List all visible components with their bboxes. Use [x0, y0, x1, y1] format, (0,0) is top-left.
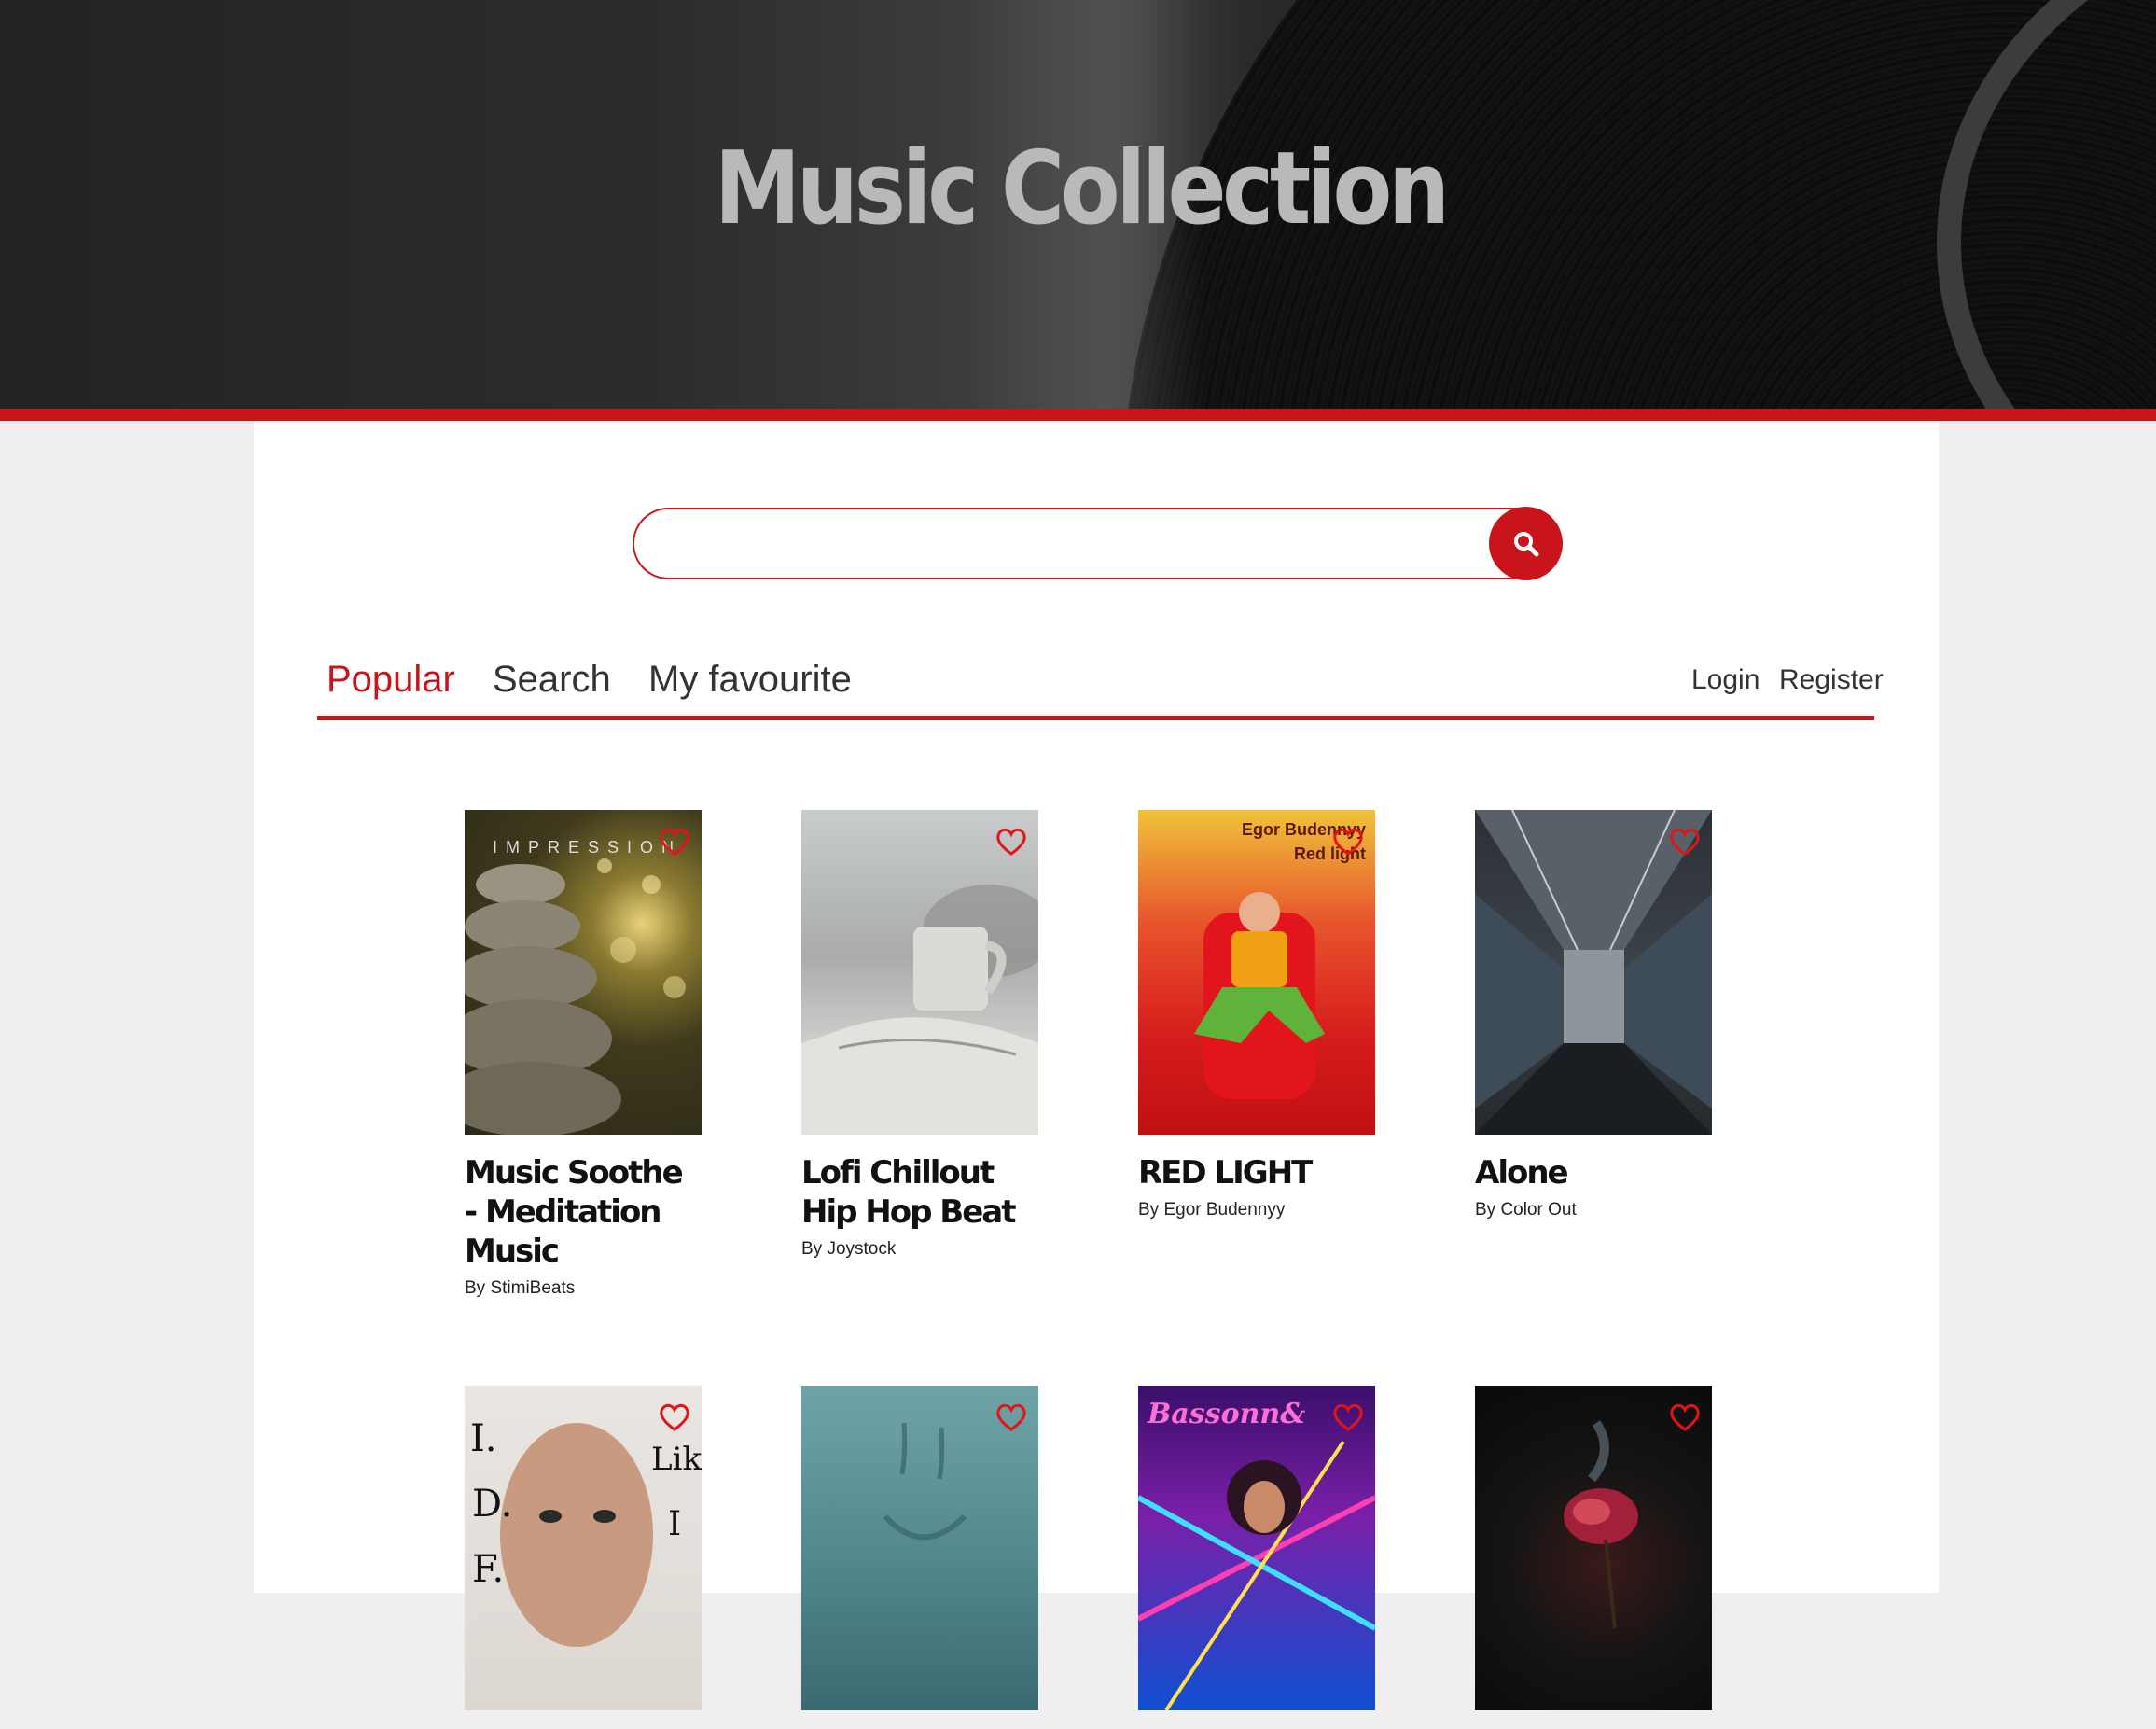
svg-text:D.: D.: [472, 1483, 512, 1526]
album-cover[interactable]: IMPRESSION: [465, 810, 702, 1135]
album-title[interactable]: Lofi Chillout Hip Hop Beat: [801, 1153, 1038, 1232]
tab-bar: Popular Search My favourite Login Regist…: [254, 659, 1939, 715]
neon-art: Bassonn&: [1138, 1398, 1375, 1710]
album-cover[interactable]: I. D. F. Like I: [465, 1386, 702, 1710]
search-input[interactable]: [633, 508, 1553, 579]
portrait-art: I. D. F. Like I: [470, 1417, 702, 1647]
svg-text:Like: Like: [651, 1441, 702, 1478]
tab-popular[interactable]: Popular: [327, 659, 455, 701]
heart-icon[interactable]: [995, 827, 1027, 857]
search-icon: [1513, 531, 1538, 556]
main-panel: Popular Search My favourite Login Regist…: [254, 421, 1939, 1710]
heart-icon[interactable]: [1332, 827, 1364, 857]
album-card[interactable]: Lofi Chillout Hip Hop Beat By Joystock: [801, 810, 1038, 1260]
svg-text:I.: I.: [470, 1417, 497, 1460]
album-card[interactable]: [801, 1386, 1038, 1729]
tab-underline: [317, 716, 1874, 720]
heart-icon[interactable]: [659, 827, 690, 857]
svg-text:Bassonn&: Bassonn&: [1147, 1398, 1305, 1430]
album-artist: By StimiBeats: [465, 1278, 576, 1298]
login-link[interactable]: Login: [1691, 664, 1760, 696]
album-card[interactable]: [1475, 1386, 1712, 1729]
svg-text:I: I: [668, 1505, 681, 1543]
album-cover[interactable]: [801, 810, 1038, 1135]
heart-icon[interactable]: [995, 1402, 1027, 1432]
album-cover[interactable]: [1475, 1386, 1712, 1710]
album-card[interactable]: Bassonn&: [1138, 1386, 1375, 1729]
coffee-cup-art: [801, 885, 1038, 1135]
album-card[interactable]: I. D. F. Like I: [465, 1386, 702, 1729]
hero-banner: Music Collection: [0, 0, 2156, 409]
hero-divider: [0, 409, 2156, 421]
album-artist: By Color Out: [1475, 1200, 1577, 1220]
album-title[interactable]: Alone: [1475, 1153, 1712, 1192]
album-cover[interactable]: [1475, 810, 1712, 1135]
rainy-glass-art: [883, 1422, 967, 1541]
album-cover[interactable]: Egor Budennyy Red light: [1138, 810, 1375, 1135]
album-artist: By Joystock: [801, 1239, 897, 1259]
cover-text: IMPRESSION: [493, 838, 683, 857]
page-title: Music Collection: [714, 131, 1450, 247]
album-title[interactable]: Music Soothe - Meditation Music: [465, 1153, 702, 1271]
stones-art: [465, 858, 686, 1135]
register-link[interactable]: Register: [1779, 664, 1884, 696]
album-cover[interactable]: [801, 1386, 1038, 1710]
heart-icon[interactable]: [1332, 1402, 1364, 1432]
album-artist: By Egor Budennyy: [1138, 1200, 1286, 1220]
album-card[interactable]: Alone By Color Out: [1475, 810, 1712, 1220]
heart-icon[interactable]: [1669, 827, 1701, 857]
heart-icon[interactable]: [1669, 1402, 1701, 1432]
album-card[interactable]: IMPRESSION Music Soothe - Meditation Mus…: [465, 810, 702, 1299]
tab-my-favourite[interactable]: My favourite: [648, 659, 852, 701]
album-cover[interactable]: Bassonn&: [1138, 1386, 1375, 1710]
album-title[interactable]: RED LIGHT: [1138, 1153, 1375, 1192]
heart-icon[interactable]: [659, 1402, 690, 1432]
album-card[interactable]: Egor Budennyy Red light RED LIGHT By Ego…: [1138, 810, 1375, 1220]
subway-car-art: [1475, 810, 1712, 1135]
tab-search[interactable]: Search: [493, 659, 611, 701]
burning-rose-art: [1564, 1420, 1638, 1629]
svg-text:F.: F.: [472, 1548, 504, 1591]
search-button[interactable]: [1489, 507, 1563, 580]
